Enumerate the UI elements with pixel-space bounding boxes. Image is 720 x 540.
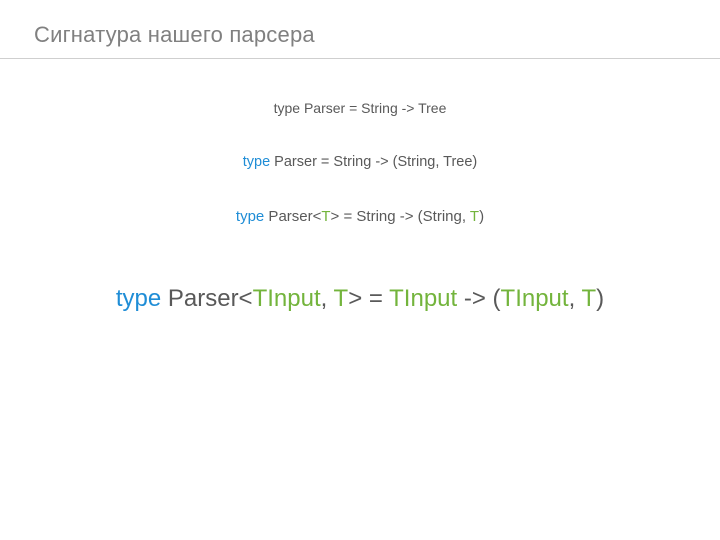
signature-line-3: type Parser<T> = String -> (String, T) — [0, 208, 720, 225]
code-text: Parser = String -> Tree — [300, 100, 446, 116]
type-param: TInput — [389, 285, 457, 312]
signature-line-4: type Parser<TInput, T> = TInput -> (TInp… — [0, 285, 720, 313]
signature-line-1: type Parser = String -> Tree — [0, 100, 720, 116]
title-rule — [0, 58, 720, 59]
type-param: TInput — [253, 285, 321, 312]
code-text: Parser< — [264, 208, 321, 225]
type-keyword: type — [243, 154, 270, 170]
type-keyword: type — [116, 285, 161, 312]
code-text: Parser = String -> (String, Tree) — [270, 154, 477, 170]
type-param: T — [321, 208, 330, 225]
content-area: type Parser = String -> Tree type Parser… — [0, 90, 720, 313]
code-text: , — [321, 285, 334, 312]
type-param: T — [334, 285, 349, 312]
code-text: ) — [596, 285, 604, 312]
code-text: Parser< — [161, 285, 252, 312]
code-text: , — [569, 285, 582, 312]
code-text: > = String -> (String, — [331, 208, 470, 225]
slide: Сигнатура нашего парсера type Parser = S… — [0, 0, 720, 540]
type-keyword: type — [236, 208, 264, 225]
type-param: T — [581, 285, 596, 312]
code-text: > = — [348, 285, 389, 312]
type-param: TInput — [501, 285, 569, 312]
type-keyword: type — [274, 100, 300, 116]
code-text: ) — [479, 208, 484, 225]
slide-title: Сигнатура нашего парсера — [34, 22, 315, 48]
type-param: T — [470, 208, 479, 225]
signature-line-2: type Parser = String -> (String, Tree) — [0, 154, 720, 170]
code-text: -> ( — [457, 285, 500, 312]
